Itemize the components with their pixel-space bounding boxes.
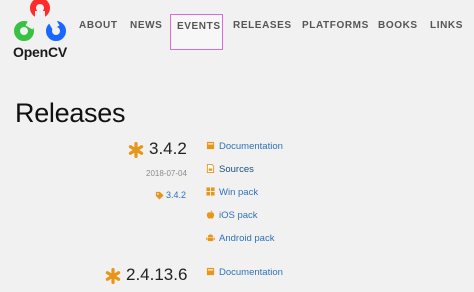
android-pack-link[interactable]: Android pack	[206, 233, 274, 244]
ios-pack-link[interactable]: iOS pack	[206, 210, 258, 221]
book-icon	[206, 267, 215, 276]
sources-link[interactable]: Sources	[206, 164, 254, 175]
tag-icon	[155, 192, 164, 200]
win-pack-link-label: Win pack	[219, 187, 259, 198]
book-icon	[206, 141, 215, 150]
apple-icon	[206, 210, 215, 219]
documentation-link[interactable]: Documentation	[206, 267, 283, 278]
release-version-heading: 2.4.13.6	[105, 265, 187, 285]
nav-news[interactable]: NEWS	[130, 20, 162, 31]
nav-platforms[interactable]: PLATFORMS	[302, 20, 369, 31]
release-version: 3.4.2	[149, 139, 187, 158]
documentation-link[interactable]: Documentation	[206, 141, 283, 152]
asterisk-icon	[128, 141, 144, 158]
win-pack-link[interactable]: Win pack	[206, 187, 258, 198]
nav-links[interactable]: LINKS	[430, 20, 463, 31]
android-pack-link-label: Android pack	[219, 233, 275, 244]
release-tag-link[interactable]: 3.4.2	[155, 190, 186, 200]
nav-events[interactable]: EVENTS	[170, 14, 223, 50]
release-version: 2.4.13.6	[126, 265, 188, 284]
windows-icon	[206, 187, 215, 196]
main-nav: ABOUT NEWS EVENTS RELEASES PLATFORMS BOO…	[0, 0, 474, 52]
documentation-link-label: Documentation	[219, 141, 283, 152]
release-version-heading: 3.4.2	[128, 139, 187, 159]
page: OpenCV ABOUT NEWS EVENTS RELEASES PLATFO…	[0, 0, 474, 292]
asterisk-icon	[105, 267, 121, 284]
release-date: 2018-07-04	[146, 169, 187, 178]
documentation-link-label: Documentation	[219, 267, 283, 278]
nav-releases[interactable]: RELEASES	[233, 20, 292, 31]
nav-about[interactable]: ABOUT	[79, 20, 118, 31]
release-tag-label: 3.4.2	[166, 190, 187, 200]
page-title: Releases	[15, 98, 126, 129]
source-file-icon	[206, 164, 215, 173]
ios-pack-link-label: iOS pack	[219, 210, 258, 221]
android-icon	[206, 234, 215, 242]
nav-books[interactable]: BOOKS	[378, 20, 418, 31]
sources-link-label: Sources	[219, 164, 254, 175]
